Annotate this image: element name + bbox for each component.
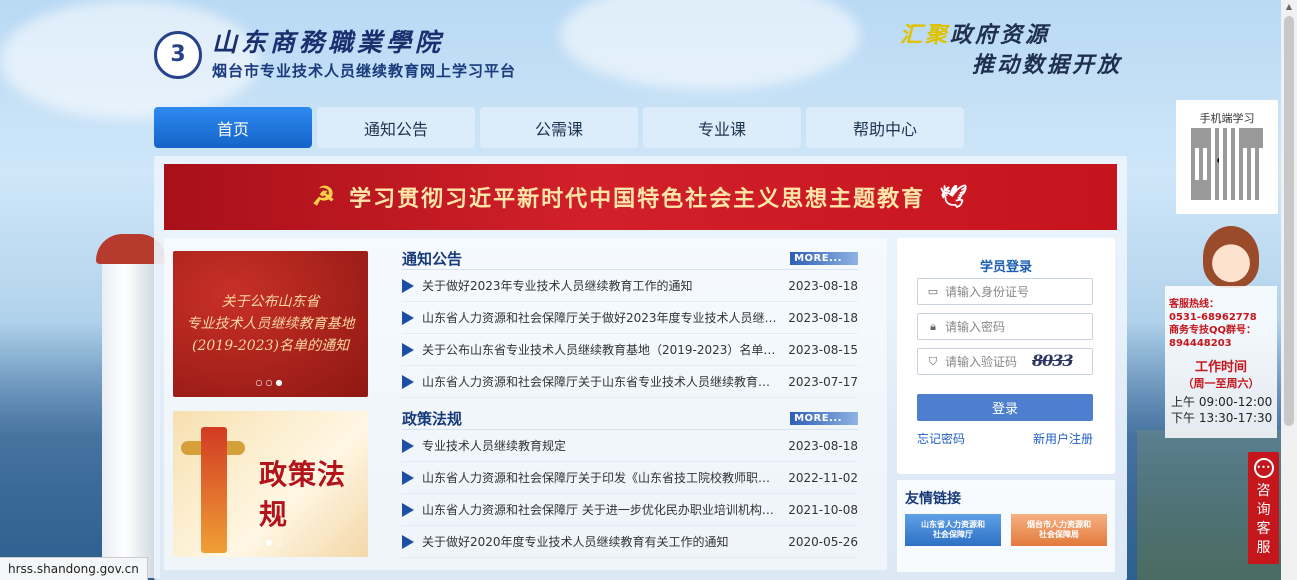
hotline-number: 0531-68962778 bbox=[1169, 312, 1257, 323]
triangle-bullet-icon bbox=[402, 534, 414, 549]
triangle-bullet-icon bbox=[402, 374, 414, 389]
slogan-line2: 推动数据开放 bbox=[972, 52, 1123, 78]
friend-links: 友情链接 山东省人力资源和 社会保障厅 烟台市人力资源和 社会保障局 bbox=[897, 480, 1115, 572]
main-nav: 首页 通知公告 公需课 专业课 帮助中心 bbox=[154, 107, 964, 148]
triangle-bullet-icon bbox=[402, 310, 414, 325]
qq-label: 商务专技QQ群号： bbox=[1169, 325, 1257, 336]
captcha-field[interactable]: ⛉ 请输入验证码 8033 bbox=[917, 348, 1093, 375]
slogan-line1: 政府资源 bbox=[950, 22, 1051, 48]
theme-banner[interactable]: ☭ 学习贯彻习近平新时代中国特色社会主义思想主题教育 🕊 bbox=[164, 164, 1117, 230]
list-item[interactable]: 山东省人力资源和社会保障厅关于做好2023年度专业技术人员继续教... 2023-… bbox=[402, 302, 858, 334]
captcha-image[interactable]: 8033 bbox=[1032, 351, 1088, 372]
login-button[interactable]: 登录 bbox=[917, 394, 1093, 421]
list-item[interactable]: 关于做好2023年专业技术人员继续教育工作的通知 2023-08-18 bbox=[402, 270, 858, 302]
policy-list-title: 政策法规 bbox=[402, 409, 463, 428]
triangle-bullet-icon bbox=[402, 342, 414, 357]
policy-list: 政策法规 MORE... 专业技术人员继续教育规定 2023-08-18 山东省人… bbox=[402, 407, 858, 558]
browser-status-url: hrss.shandong.gov.cn bbox=[0, 557, 148, 580]
carousel-line: (2019-2023)名单的通知 bbox=[192, 338, 349, 354]
nav-notices[interactable]: 通知公告 bbox=[317, 107, 475, 148]
vertical-scrollbar[interactable]: ▲ bbox=[1281, 0, 1297, 580]
list-item[interactable]: 专业技术人员继续教育规定 2023-08-18 bbox=[402, 430, 858, 462]
party-emblem-icon: ☭ bbox=[311, 182, 338, 212]
nav-public-courses[interactable]: 公需课 bbox=[480, 107, 638, 148]
lock-icon: 🔒︎ bbox=[930, 319, 936, 333]
header-slogan: 汇聚政府资源 推动数据开放 bbox=[900, 20, 1122, 80]
id-number-field[interactable]: ▭ 请输入身份证号 bbox=[917, 278, 1093, 305]
dove-icon: 🕊 bbox=[939, 184, 970, 210]
id-card-icon: ▭ bbox=[927, 284, 939, 298]
carousel-line: 专业技术人员继续教育基地 bbox=[186, 316, 355, 332]
friend-links-title: 友情链接 bbox=[905, 491, 961, 507]
login-panel: 学员登录 ▭ 请输入身份证号 🔒︎ 请输入密码 ⛉ 请输入验证码 8033 登录… bbox=[897, 238, 1115, 474]
customer-service-panel: 客服热线： 0531-68962778 商务专技QQ群号： 894448203 … bbox=[1165, 226, 1277, 438]
nav-home[interactable]: 首页 bbox=[154, 107, 312, 148]
college-emblem: 3 bbox=[154, 30, 202, 79]
forgot-password-link[interactable]: 忘记密码 bbox=[917, 430, 965, 447]
lighthouse-image bbox=[96, 234, 166, 578]
banner-text: 学习贯彻习近平新时代中国特色社会主义思想主题教育 bbox=[349, 186, 926, 212]
platform-name: 烟台市专业技术人员继续教育网上学习平台 bbox=[212, 62, 517, 80]
triangle-bullet-icon bbox=[402, 470, 414, 485]
password-placeholder: 请输入密码 bbox=[945, 320, 1006, 334]
notice-carousel[interactable]: 关于公布山东省 专业技术人员继续教育基地 (2019-2023)名单的通知 ○○… bbox=[173, 251, 368, 397]
policy-image-text: 政策法规 bbox=[259, 458, 347, 531]
list-item[interactable]: 山东省人力资源和社会保障厅 关于进一步优化民办职业培训机构审批服... 2021-… bbox=[402, 494, 858, 526]
triangle-bullet-icon bbox=[402, 438, 414, 453]
nav-professional-courses[interactable]: 专业课 bbox=[643, 107, 801, 148]
policy-more-button[interactable]: MORE... bbox=[790, 411, 858, 425]
work-days: （周一至周六） bbox=[1182, 377, 1260, 390]
main-content: ☭ 学习贯彻习近平新时代中国特色社会主义思想主题教育 🕊 关于公布山东省 专业技… bbox=[154, 156, 1127, 580]
qr-code-image bbox=[1191, 128, 1263, 200]
sky-cloud bbox=[560, 0, 860, 90]
scroll-thumb[interactable] bbox=[1284, 16, 1294, 426]
list-item[interactable]: 山东省人力资源和社会保障厅关于山东省专业技术人员继续教育公共服... 2023-0… bbox=[402, 366, 858, 398]
id-number-placeholder: 请输入身份证号 bbox=[945, 285, 1030, 299]
shield-icon: ⛉ bbox=[928, 354, 938, 368]
list-item[interactable]: 关于做好2020年度专业技术人员继续教育有关工作的通知 2020-05-26 bbox=[402, 526, 858, 558]
consult-service-button[interactable]: ••• 咨 询 客 服 bbox=[1248, 452, 1279, 564]
mobile-qr-panel: 手机端学习 bbox=[1176, 100, 1278, 214]
qq-number: 894448203 bbox=[1169, 338, 1232, 349]
hotline-label: 客服热线： bbox=[1169, 299, 1219, 310]
policy-carousel[interactable]: 政策法规 ○●○ bbox=[173, 411, 368, 557]
notice-more-button[interactable]: MORE... bbox=[790, 251, 858, 265]
carousel-line: 关于公布山东省 bbox=[221, 294, 320, 310]
carousel-dots[interactable]: ○○● bbox=[173, 378, 368, 387]
carousel-dots[interactable]: ○●○ bbox=[173, 538, 368, 547]
notice-list: 通知公告 MORE... 关于做好2023年专业技术人员继续教育工作的通知 202… bbox=[402, 247, 858, 398]
triangle-bullet-icon bbox=[402, 502, 414, 517]
login-title: 学员登录 bbox=[979, 260, 1032, 275]
list-item[interactable]: 关于公布山东省专业技术人员继续教育基地（2019-2023）名单的通知 2023-… bbox=[402, 334, 858, 366]
link-yantai-hrss[interactable]: 烟台市人力资源和 社会保障局 bbox=[1011, 514, 1107, 546]
huabiao-pillar bbox=[201, 427, 227, 553]
afternoon-hours: 下午 13:30-17:30 bbox=[1171, 411, 1273, 425]
morning-hours: 上午 09:00-12:00 bbox=[1171, 395, 1273, 409]
qr-label: 手机端学习 bbox=[1199, 112, 1255, 125]
notice-list-title: 通知公告 bbox=[402, 249, 463, 268]
scroll-up-arrow-icon[interactable]: ▲ bbox=[1281, 0, 1297, 14]
work-hours-title: 工作时间 bbox=[1194, 360, 1247, 375]
service-avatar bbox=[1203, 226, 1259, 288]
site-logo[interactable]: 3 山东商務職業學院 烟台市专业技术人员继续教育网上学习平台 bbox=[154, 28, 516, 81]
password-field[interactable]: 🔒︎ 请输入密码 bbox=[917, 313, 1093, 340]
nav-help-center[interactable]: 帮助中心 bbox=[806, 107, 964, 148]
college-name: 山东商務職業學院 bbox=[212, 28, 445, 57]
slogan-highlight: 汇聚 bbox=[900, 22, 951, 48]
chat-bubble-icon: ••• bbox=[1253, 458, 1274, 478]
register-link[interactable]: 新用户注册 bbox=[1033, 430, 1093, 447]
link-shandong-hrss[interactable]: 山东省人力资源和 社会保障厅 bbox=[905, 514, 1001, 546]
list-item[interactable]: 山东省人力资源和社会保障厅关于印发《山东省技工院校教师职称评价... 2022-1… bbox=[402, 462, 858, 494]
captcha-placeholder: 请输入验证码 bbox=[945, 355, 1018, 369]
triangle-bullet-icon bbox=[402, 278, 414, 293]
